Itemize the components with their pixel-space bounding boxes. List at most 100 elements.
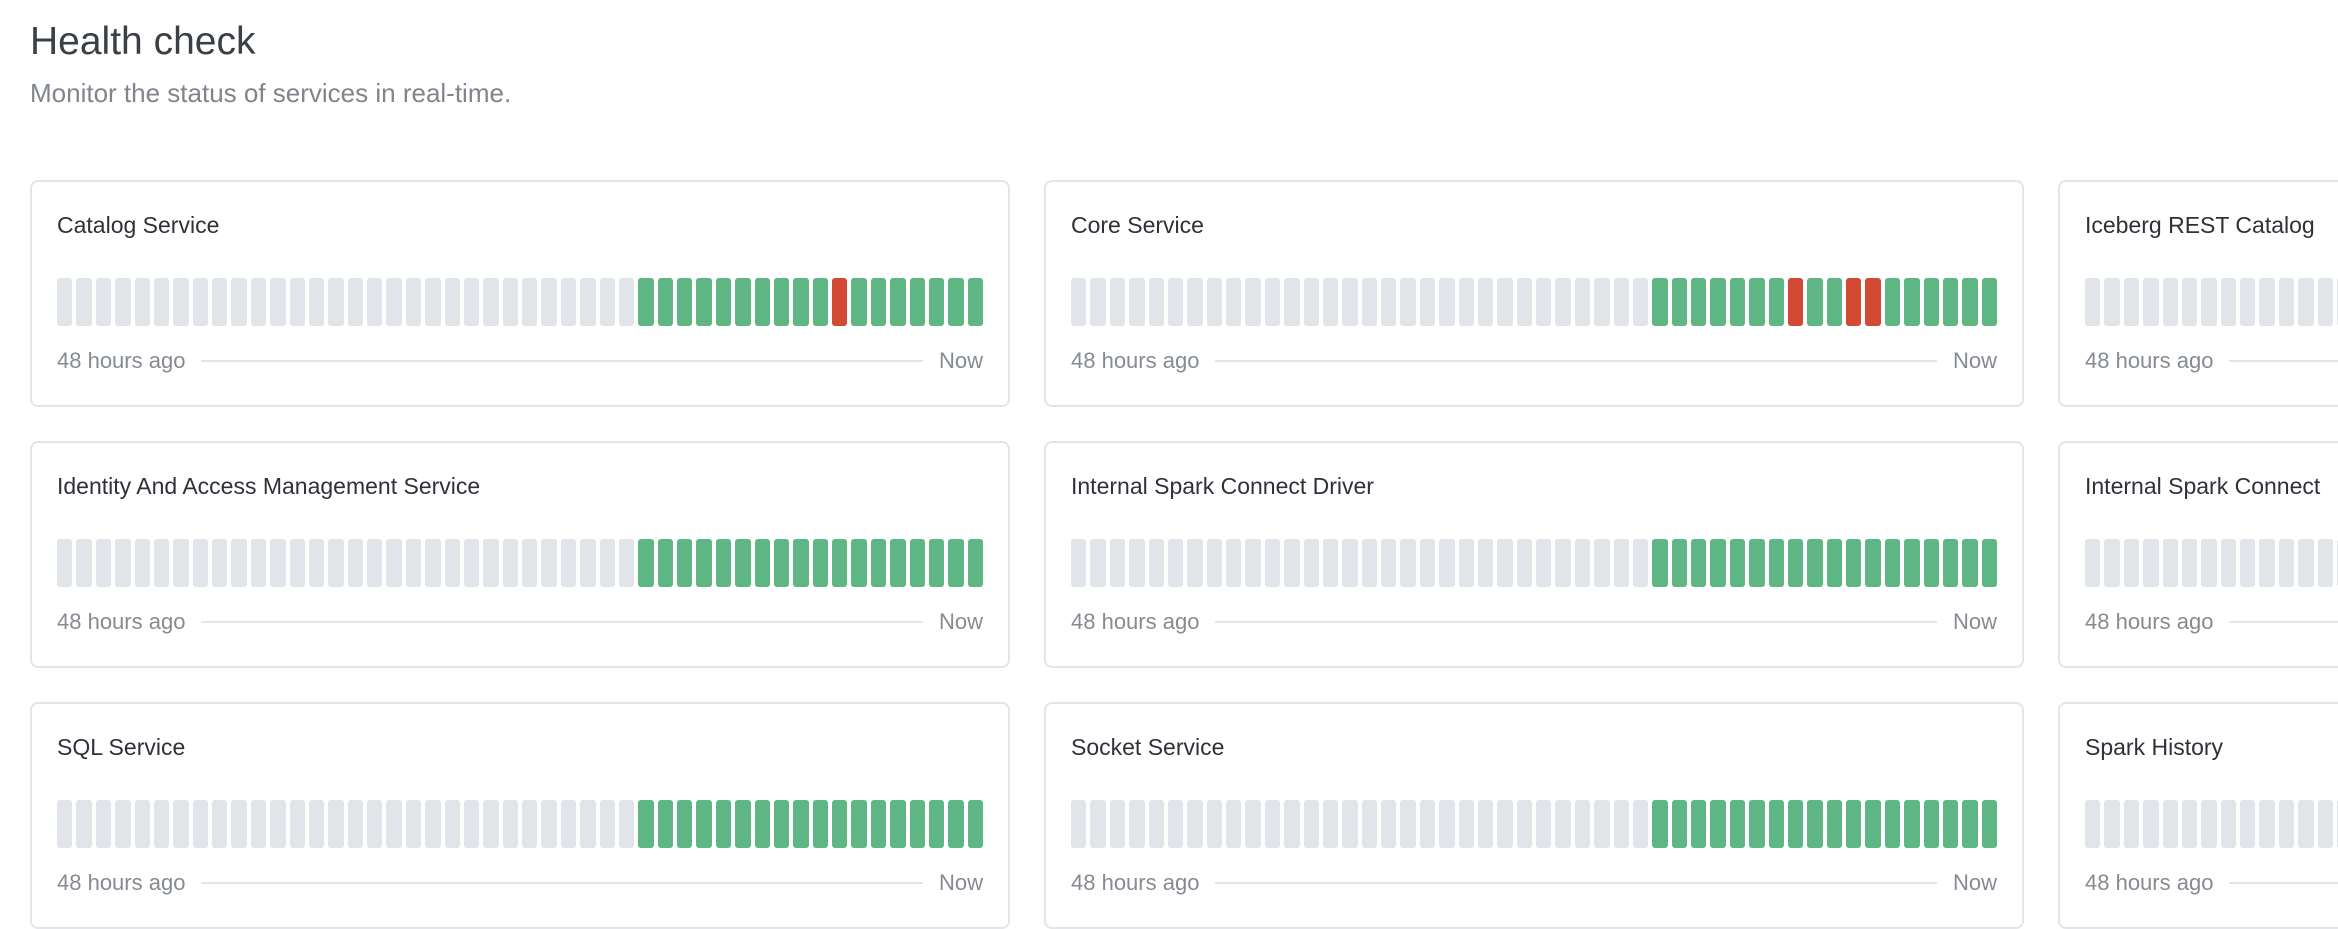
status-bar-no-data[interactable]: [289, 800, 305, 848]
status-bar-no-data[interactable]: [463, 278, 480, 326]
status-bar-no-data[interactable]: [2143, 278, 2159, 326]
status-bar-no-data[interactable]: [560, 539, 577, 587]
status-bar-no-data[interactable]: [2298, 539, 2314, 587]
status-bar-healthy[interactable]: [1846, 800, 1862, 848]
status-bar-no-data[interactable]: [1109, 278, 1126, 326]
status-bar-healthy[interactable]: [890, 539, 906, 587]
status-bar-healthy[interactable]: [890, 278, 906, 326]
status-bar-no-data[interactable]: [2240, 278, 2256, 326]
status-bar-healthy[interactable]: [1826, 539, 1842, 587]
service-card[interactable]: Internal Spark Connect Driver 48 hours a…: [1044, 441, 2024, 668]
status-bar-healthy[interactable]: [1749, 539, 1765, 587]
status-bar-no-data[interactable]: [580, 539, 596, 587]
status-bar-no-data[interactable]: [1555, 539, 1571, 587]
status-bar-no-data[interactable]: [1071, 278, 1087, 326]
status-bar-no-data[interactable]: [425, 539, 441, 587]
status-bar-no-data[interactable]: [76, 800, 92, 848]
status-bar-no-data[interactable]: [1071, 539, 1087, 587]
status-bar-no-data[interactable]: [1322, 800, 1339, 848]
status-bar-no-data[interactable]: [134, 278, 150, 326]
status-bar-no-data[interactable]: [2317, 539, 2333, 587]
status-bar-healthy[interactable]: [1671, 800, 1687, 848]
status-bar-no-data[interactable]: [250, 278, 267, 326]
status-bar-healthy[interactable]: [1826, 800, 1842, 848]
status-bar-no-data[interactable]: [153, 539, 170, 587]
status-bar-no-data[interactable]: [250, 800, 267, 848]
status-bar-healthy[interactable]: [928, 278, 945, 326]
status-bar-no-data[interactable]: [1322, 539, 1339, 587]
status-bar-no-data[interactable]: [1439, 278, 1455, 326]
status-bar-no-data[interactable]: [212, 278, 228, 326]
status-bar-healthy[interactable]: [1846, 539, 1862, 587]
status-bar-no-data[interactable]: [1303, 278, 1319, 326]
status-bar-no-data[interactable]: [483, 800, 499, 848]
status-bar-healthy[interactable]: [1652, 539, 1668, 587]
status-bar-no-data[interactable]: [2201, 278, 2217, 326]
status-bar-no-data[interactable]: [1400, 539, 1416, 587]
status-bar-healthy[interactable]: [677, 539, 693, 587]
status-bar-healthy[interactable]: [870, 800, 887, 848]
status-bar-healthy[interactable]: [1749, 278, 1765, 326]
status-bar-healthy[interactable]: [1787, 539, 1804, 587]
status-bar-healthy[interactable]: [735, 278, 751, 326]
status-bar-healthy[interactable]: [735, 800, 751, 848]
status-bar-no-data[interactable]: [1632, 800, 1649, 848]
status-bar-no-data[interactable]: [541, 539, 557, 587]
status-bar-no-data[interactable]: [1381, 800, 1397, 848]
status-bar-healthy[interactable]: [870, 278, 887, 326]
status-bar-no-data[interactable]: [1245, 278, 1261, 326]
status-bar-no-data[interactable]: [2181, 800, 2198, 848]
status-bar-no-data[interactable]: [95, 278, 112, 326]
status-bar-no-data[interactable]: [289, 278, 305, 326]
status-bar-no-data[interactable]: [134, 539, 150, 587]
status-bar-no-data[interactable]: [212, 800, 228, 848]
status-bar-no-data[interactable]: [1167, 278, 1184, 326]
status-bar-no-data[interactable]: [599, 800, 615, 848]
status-bar-healthy[interactable]: [793, 539, 809, 587]
status-bar-healthy[interactable]: [1691, 800, 1707, 848]
status-bar-no-data[interactable]: [1632, 278, 1649, 326]
status-bar-no-data[interactable]: [1574, 539, 1591, 587]
status-bar-no-data[interactable]: [2123, 278, 2140, 326]
status-bar-no-data[interactable]: [1167, 800, 1184, 848]
status-bar-no-data[interactable]: [347, 800, 363, 848]
status-bar-healthy[interactable]: [1923, 800, 1939, 848]
status-bar-healthy[interactable]: [1671, 539, 1687, 587]
status-bar-no-data[interactable]: [1361, 539, 1377, 587]
status-bar-healthy[interactable]: [909, 800, 925, 848]
status-bar-no-data[interactable]: [618, 800, 635, 848]
status-bar-no-data[interactable]: [153, 278, 170, 326]
status-bar-no-data[interactable]: [57, 800, 73, 848]
status-bar-no-data[interactable]: [522, 800, 538, 848]
status-bar-healthy[interactable]: [657, 800, 673, 848]
status-bar-no-data[interactable]: [289, 539, 305, 587]
status-bar-no-data[interactable]: [1342, 539, 1358, 587]
status-bar-healthy[interactable]: [1884, 539, 1901, 587]
status-bar-no-data[interactable]: [2085, 278, 2101, 326]
status-bar-no-data[interactable]: [2104, 539, 2120, 587]
status-bar-no-data[interactable]: [1090, 539, 1106, 587]
status-bar-no-data[interactable]: [270, 800, 286, 848]
status-bar-healthy[interactable]: [1865, 539, 1881, 587]
status-bar-no-data[interactable]: [1245, 800, 1261, 848]
status-bar-no-data[interactable]: [1264, 278, 1281, 326]
status-bar-no-data[interactable]: [618, 278, 635, 326]
status-bar-healthy[interactable]: [715, 539, 732, 587]
status-bar-healthy[interactable]: [1884, 800, 1901, 848]
status-bar-no-data[interactable]: [1536, 800, 1552, 848]
status-bar-no-data[interactable]: [1497, 800, 1513, 848]
status-bar-healthy[interactable]: [1942, 278, 1959, 326]
status-bar-no-data[interactable]: [2201, 539, 2217, 587]
status-bar-no-data[interactable]: [1458, 539, 1474, 587]
status-bar-no-data[interactable]: [115, 278, 131, 326]
status-bar-no-data[interactable]: [580, 278, 596, 326]
status-bar-no-data[interactable]: [444, 539, 460, 587]
status-bar-no-data[interactable]: [192, 278, 208, 326]
status-bar-no-data[interactable]: [367, 278, 383, 326]
status-bar-healthy[interactable]: [754, 800, 770, 848]
status-bar-healthy[interactable]: [657, 539, 673, 587]
status-bar-healthy[interactable]: [1981, 539, 1997, 587]
status-bar-no-data[interactable]: [308, 539, 325, 587]
status-bar-unhealthy[interactable]: [1787, 278, 1804, 326]
status-bar-no-data[interactable]: [2220, 278, 2236, 326]
